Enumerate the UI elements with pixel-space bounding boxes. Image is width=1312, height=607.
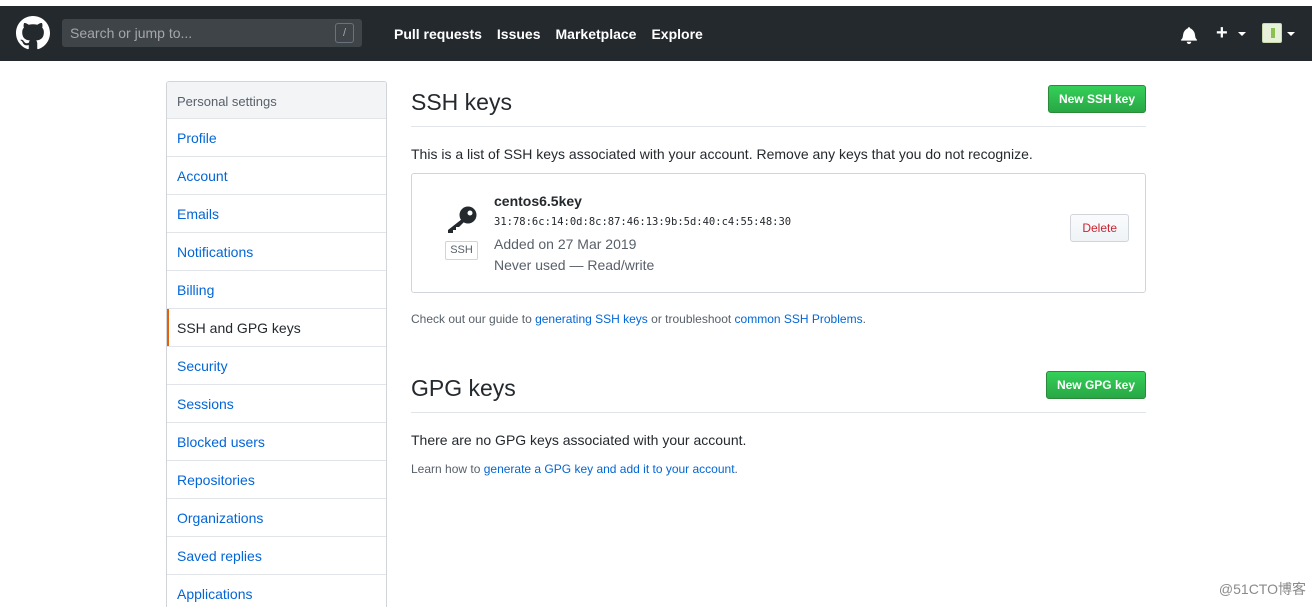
gpg-learn-prefix: Learn how to bbox=[411, 462, 484, 476]
ssh-key-added-date: Added on 27 Mar 2019 bbox=[494, 236, 637, 252]
github-logo-icon[interactable] bbox=[16, 16, 50, 50]
ssh-description: This is a list of SSH keys associated wi… bbox=[411, 146, 1033, 162]
sidebar-item-emails[interactable]: Emails bbox=[167, 195, 386, 233]
ssh-guide-middle: or troubleshoot bbox=[647, 312, 735, 326]
user-menu-caret-icon[interactable] bbox=[1287, 32, 1295, 36]
sidebar-item-notifications[interactable]: Notifications bbox=[167, 233, 386, 271]
sidebar-item-applications[interactable]: Applications bbox=[167, 575, 386, 607]
main-content: SSH keys New SSH key This is a list of S… bbox=[411, 81, 1146, 476]
ssh-type-label: SSH bbox=[445, 241, 478, 260]
sidebar-item-repositories[interactable]: Repositories bbox=[167, 461, 386, 499]
notifications-bell-icon[interactable] bbox=[1180, 26, 1198, 44]
nav-issues[interactable]: Issues bbox=[497, 26, 541, 42]
nav-pull-requests[interactable]: Pull requests bbox=[394, 26, 482, 42]
sidebar-header: Personal settings bbox=[167, 82, 386, 119]
ssh-key-fingerprint: 31:78:6c:14:0d:8c:87:46:13:9b:5d:40:c4:5… bbox=[494, 216, 792, 228]
sidebar-item-billing[interactable]: Billing bbox=[167, 271, 386, 309]
new-ssh-key-button[interactable]: New SSH key bbox=[1047, 85, 1146, 113]
gpg-section-header: GPG keys New GPG key bbox=[411, 367, 1146, 413]
user-avatar[interactable] bbox=[1262, 23, 1282, 43]
search-placeholder: Search or jump to... bbox=[70, 25, 193, 41]
gpg-learn-suffix: . bbox=[734, 462, 738, 476]
generate-gpg-key-link[interactable]: generate a GPG key and add it to your ac… bbox=[484, 462, 735, 476]
sidebar-item-profile[interactable]: Profile bbox=[167, 119, 386, 157]
new-gpg-key-button[interactable]: New GPG key bbox=[1045, 371, 1146, 399]
create-new-caret-icon[interactable] bbox=[1238, 32, 1246, 36]
sidebar-item-ssh-gpg-keys[interactable]: SSH and GPG keys bbox=[167, 309, 386, 347]
sidebar-item-saved-replies[interactable]: Saved replies bbox=[167, 537, 386, 575]
ssh-guide-prefix: Check out our guide to bbox=[411, 312, 536, 326]
sidebar-item-organizations[interactable]: Organizations bbox=[167, 499, 386, 537]
ssh-keys-title: SSH keys bbox=[411, 89, 512, 115]
delete-ssh-key-button[interactable]: Delete bbox=[1070, 214, 1129, 242]
global-header: Search or jump to... / Pull requests Iss… bbox=[0, 6, 1312, 61]
ssh-guide-suffix: . bbox=[862, 312, 866, 326]
sidebar-item-sessions[interactable]: Sessions bbox=[167, 385, 386, 423]
ssh-guide-note: Check out our guide to generating SSH ke… bbox=[411, 312, 866, 326]
create-new-icon[interactable]: + bbox=[1216, 23, 1228, 43]
ssh-key-usage: Never used — Read/write bbox=[494, 257, 655, 273]
search-hotkey-badge: / bbox=[335, 23, 354, 43]
generating-ssh-keys-link[interactable]: generating SSH keys bbox=[535, 312, 648, 326]
ssh-key-title: centos6.5key bbox=[494, 193, 582, 209]
gpg-learn-note: Learn how to generate a GPG key and add … bbox=[411, 462, 738, 476]
gpg-keys-title: GPG keys bbox=[411, 375, 516, 401]
common-ssh-problems-link[interactable]: common SSH Problems bbox=[735, 312, 863, 326]
sidebar-item-blocked-users[interactable]: Blocked users bbox=[167, 423, 386, 461]
global-nav: Pull requests Issues Marketplace Explore bbox=[394, 26, 703, 42]
sidebar-item-account[interactable]: Account bbox=[167, 157, 386, 195]
ssh-section-header: SSH keys New SSH key bbox=[411, 81, 1146, 127]
sidebar-item-security[interactable]: Security bbox=[167, 347, 386, 385]
key-icon bbox=[448, 206, 477, 233]
watermark: @51CTO博客 bbox=[1218, 581, 1306, 597]
nav-explore[interactable]: Explore bbox=[651, 26, 702, 42]
nav-marketplace[interactable]: Marketplace bbox=[556, 26, 637, 42]
search-input[interactable]: Search or jump to... / bbox=[62, 19, 362, 47]
gpg-empty-message: There are no GPG keys associated with yo… bbox=[411, 432, 747, 448]
ssh-key-item: SSH centos6.5key 31:78:6c:14:0d:8c:87:46… bbox=[411, 173, 1146, 293]
settings-sidebar: Personal settings Profile Account Emails… bbox=[166, 81, 387, 607]
